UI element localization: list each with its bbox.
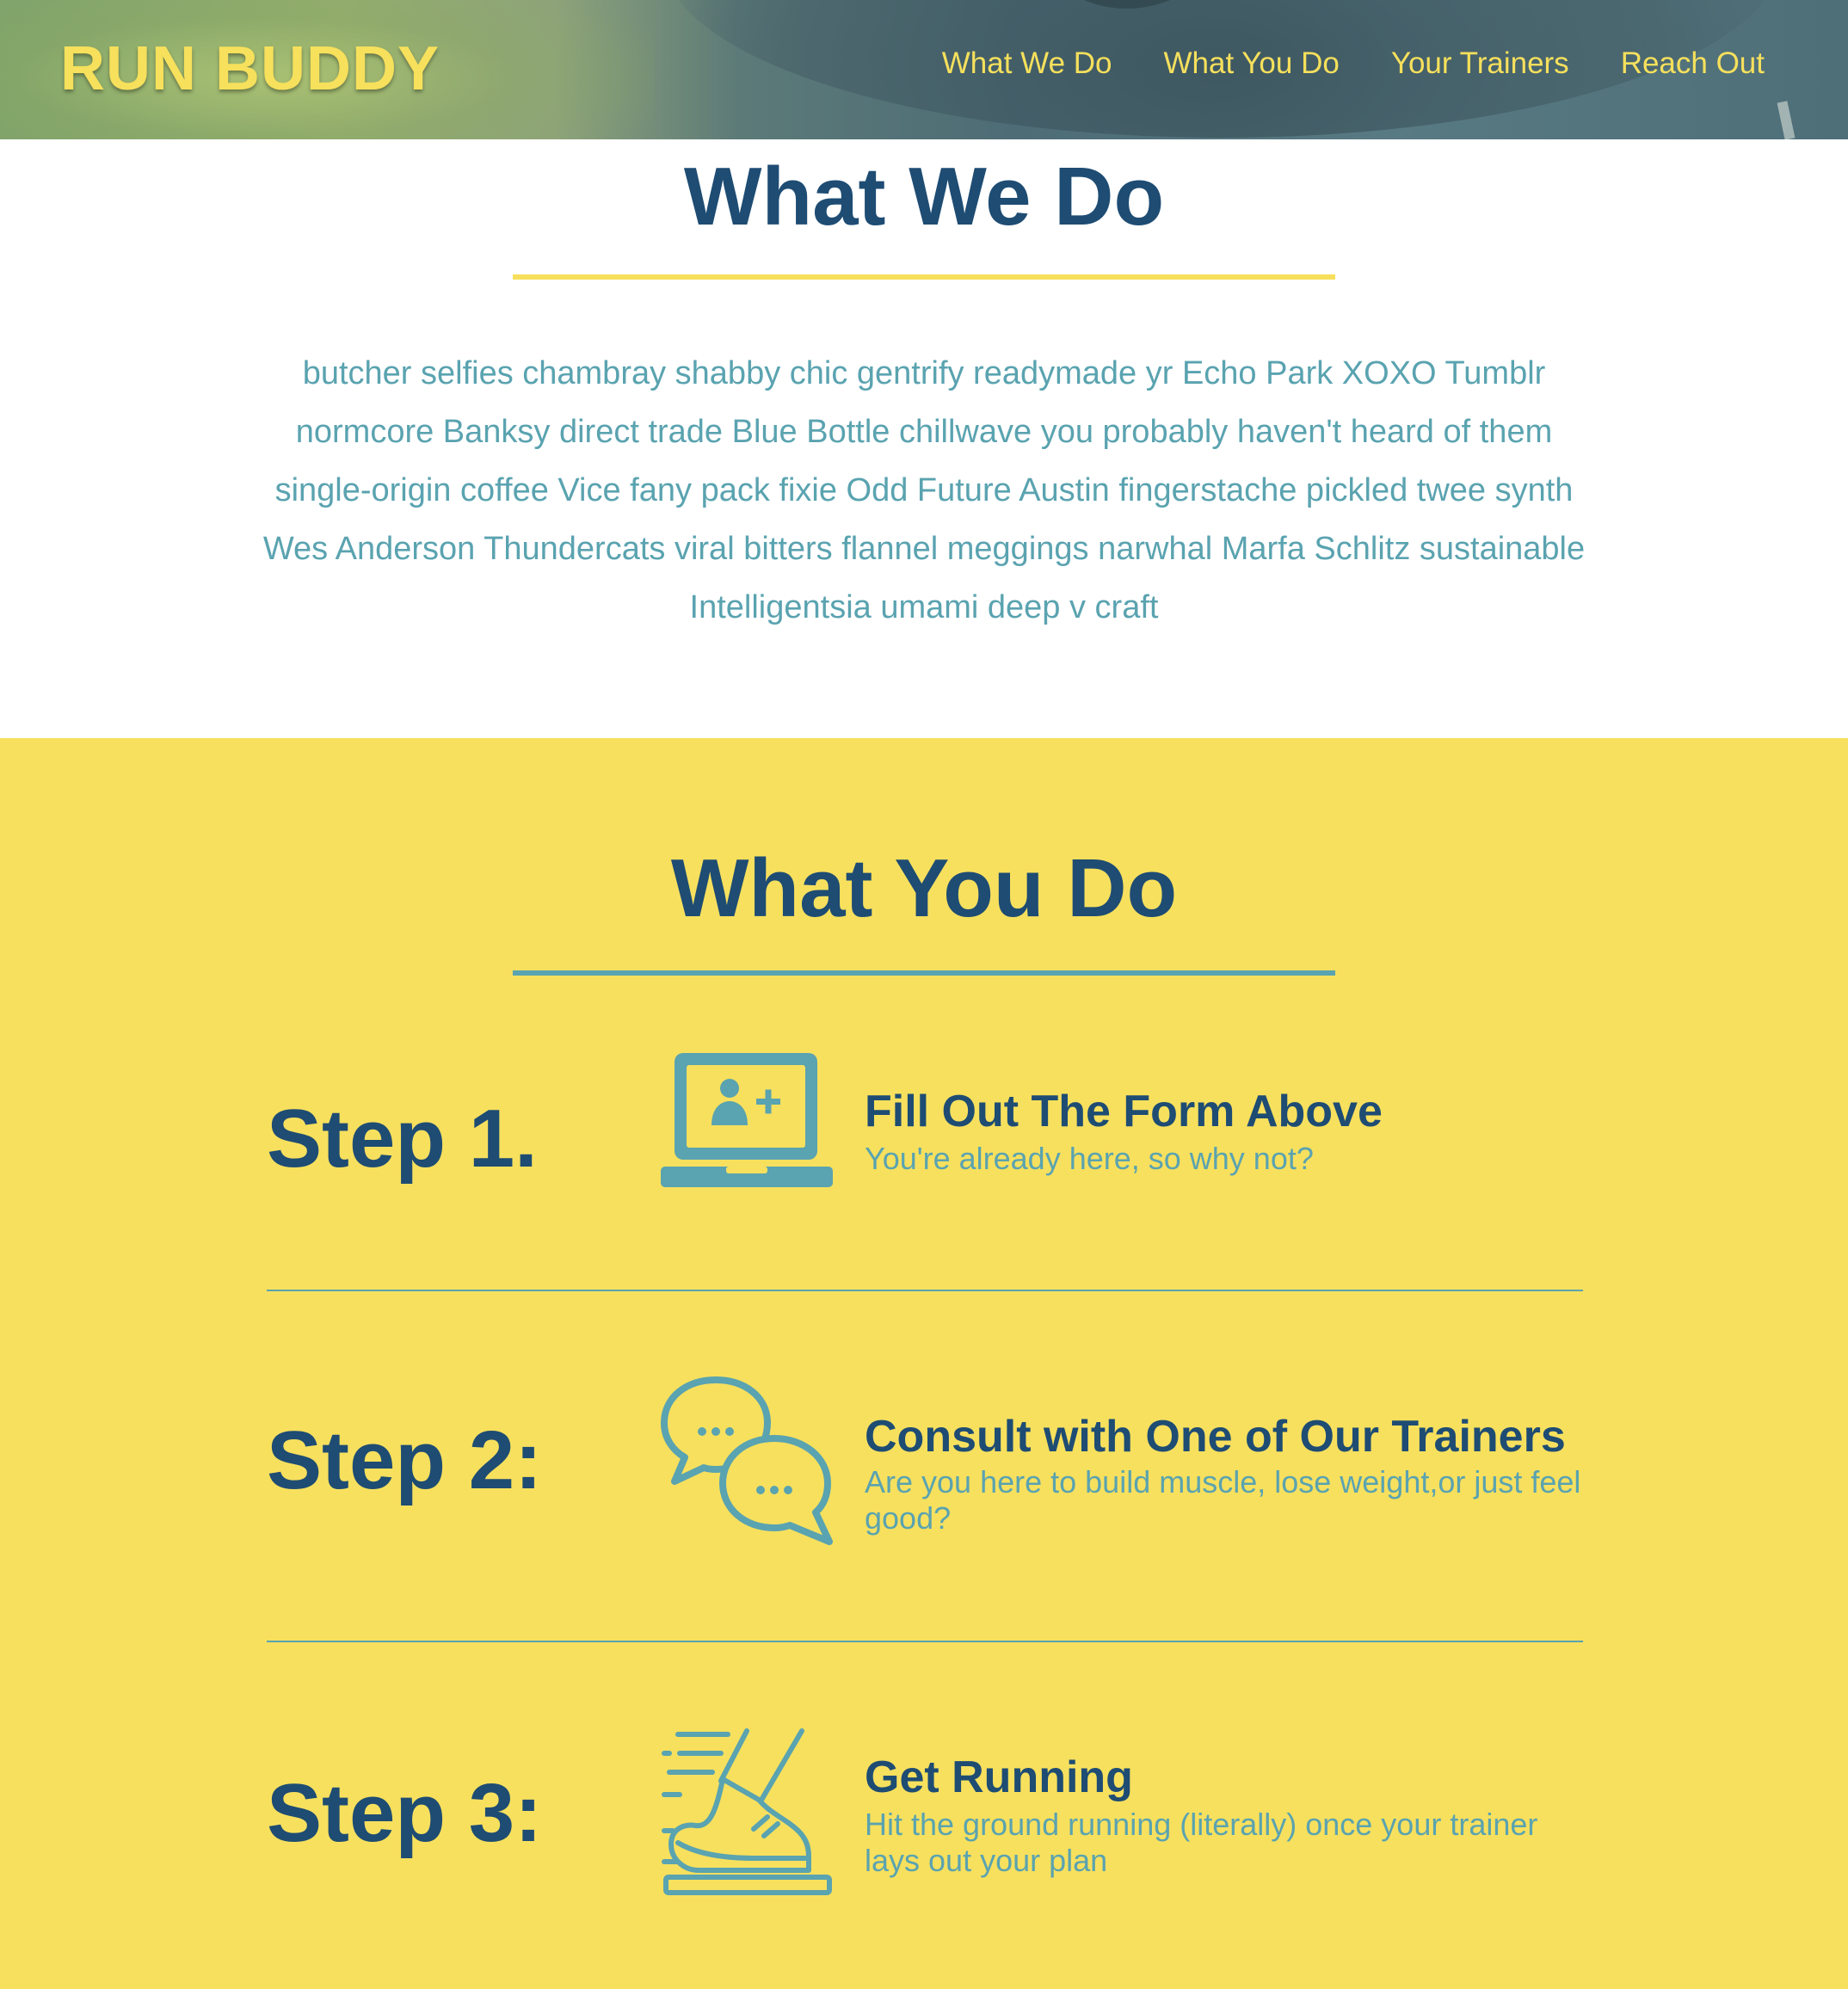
step-2-title: Consult with One of Our Trainers (865, 1412, 1566, 1462)
chat-bubbles-icon (661, 1375, 833, 1547)
nav-link-your-trainers[interactable]: Your Trainers (1391, 43, 1569, 84)
nav-link-what-you-do[interactable]: What You Do (1164, 43, 1340, 84)
brand-logo-link[interactable]: RUN BUDDY (60, 34, 440, 103)
running-shoe-icon (661, 1727, 833, 1900)
main-nav: What We Do What You Do Your Trainers Rea… (942, 43, 1765, 84)
laptop-add-user-icon (661, 1051, 833, 1223)
site-header: RUN BUDDY What We Do What You Do Your Tr… (0, 0, 1848, 139)
step-2: Step 2: Consult with One of Our Trainers… (267, 1375, 1583, 1573)
what-we-do-section: What We Do butcher selfies chambray shab… (0, 139, 1848, 738)
what-you-do-divider (513, 970, 1335, 976)
step-1-title: Fill Out The Form Above (865, 1087, 1383, 1136)
step-1-description: You're already here, so why not? (865, 1141, 1314, 1176)
step-divider (267, 1290, 1583, 1291)
step-1: Step 1. Fill Out The Form Above You're a… (267, 1051, 1583, 1241)
what-you-do-title: What You Do (670, 842, 1178, 934)
what-we-do-body: butcher selfies chambray shabby chic gen… (262, 355, 1586, 625)
what-we-do-divider (513, 274, 1335, 280)
step-2-description: Are you here to build muscle, lose weigh… (865, 1464, 1581, 1536)
step-2-label: Step 2: (267, 1414, 543, 1506)
step-3-title: Get Running (865, 1752, 1133, 1802)
step-divider (267, 1641, 1583, 1642)
nav-link-reach-out[interactable]: Reach Out (1621, 43, 1765, 84)
step-1-label: Step 1. (267, 1093, 538, 1185)
step-3: Step 3: Get Running Hit the ground runni… (267, 1727, 1583, 1917)
step-3-label: Step 3: (267, 1767, 543, 1859)
hero-background-detail (1777, 101, 1796, 139)
what-you-do-section: What You Do Step 1. Fill Out The Form Ab… (0, 738, 1848, 1989)
step-3-description: Hit the ground running (literally) once … (865, 1807, 1538, 1878)
what-we-do-title: What We Do (683, 151, 1165, 243)
nav-link-what-we-do[interactable]: What We Do (942, 43, 1112, 84)
